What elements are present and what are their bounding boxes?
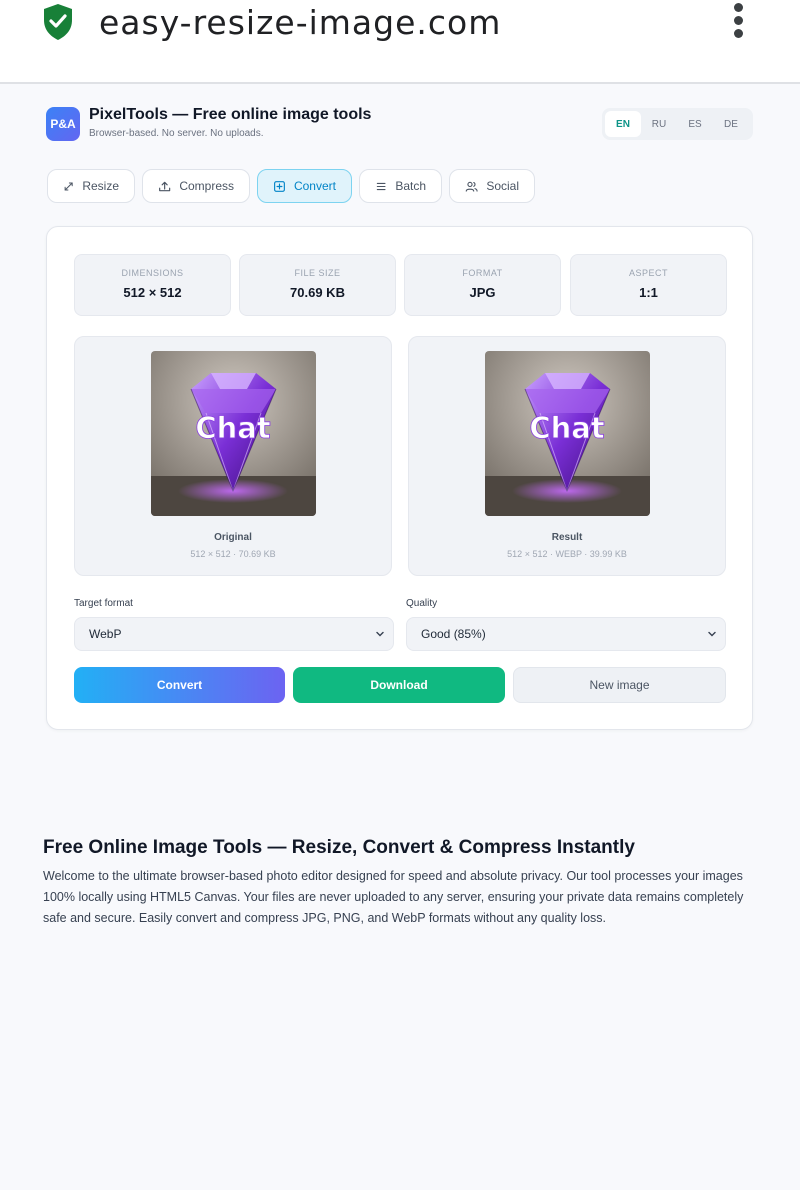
result-image: Chat [485, 351, 650, 516]
stat-value: 512 × 512 [123, 285, 182, 300]
converter-card: DIMENSIONS 512 × 512 FILE SIZE 70.69 KB … [46, 226, 753, 730]
stat-file-size: FILE SIZE 70.69 KB [239, 254, 396, 316]
stat-dimensions: DIMENSIONS 512 × 512 [74, 254, 231, 316]
stat-value: JPG [469, 285, 496, 300]
tab-label: Compress [179, 179, 234, 193]
stat-value: 1:1 [639, 285, 658, 300]
result-preview: Chat Result 512 × 512 · WEBP · 39.99 KB [408, 336, 726, 576]
resize-icon [64, 181, 73, 191]
preview-meta: 512 × 512 · WEBP · 39.99 KB [507, 549, 627, 559]
tab-label: Convert [293, 179, 336, 193]
image-caption: Chat [195, 411, 270, 445]
preview-label: Original [214, 532, 252, 543]
users-icon [465, 181, 478, 192]
stat-label: FORMAT [462, 268, 503, 278]
image-caption: Chat [529, 411, 604, 445]
stat-aspect: ASPECT 1:1 [570, 254, 727, 316]
download-button[interactable]: Download [293, 667, 505, 703]
original-preview: Chat Original 512 × 512 · 70.69 KB [74, 336, 392, 576]
url-text[interactable]: easy-resize-image.com [99, 3, 501, 42]
stat-label: DIMENSIONS [121, 268, 184, 278]
tab-social[interactable]: Social [449, 169, 535, 203]
convert-button[interactable]: Convert [74, 667, 285, 703]
stat-label: ASPECT [628, 268, 668, 278]
original-image: Chat [151, 351, 316, 516]
tab-resize[interactable]: Resize [47, 169, 135, 203]
seo-heading: Free Online Image Tools — Resize, Conver… [43, 837, 635, 858]
shield-check-icon [44, 4, 72, 40]
quality-select[interactable]: Good (85%) [406, 617, 726, 651]
lang-button-en[interactable]: EN [605, 111, 641, 137]
lang-button-de[interactable]: DE [713, 111, 749, 137]
seo-paragraph: Welcome to the ultimate browser-based ph… [43, 869, 744, 925]
quality-label: Quality [406, 598, 438, 609]
upload-icon [159, 181, 171, 191]
app-subtitle: Browser-based. No server. No uploads. [89, 128, 264, 139]
select-value: WebP [89, 627, 122, 641]
preview-label: Result [551, 532, 583, 543]
convert-icon [274, 180, 285, 192]
tool-tabs: Resize Compress Convert Batch Social [47, 169, 535, 203]
chevron-down-icon [376, 631, 384, 637]
language-switcher: EN RU ES DE [602, 108, 753, 140]
list-icon [376, 182, 386, 190]
stat-value: 70.69 KB [290, 285, 345, 300]
tab-label: Social [486, 179, 519, 193]
more-vert-icon[interactable] [728, 3, 748, 41]
app-logo: P&A [46, 107, 80, 141]
chevron-down-icon [708, 631, 716, 637]
stat-label: FILE SIZE [294, 268, 341, 278]
tab-label: Batch [395, 179, 426, 193]
target-format-label: Target format [74, 598, 133, 609]
lang-button-es[interactable]: ES [677, 111, 713, 137]
tab-label: Resize [82, 179, 119, 193]
new-image-button[interactable]: New image [513, 667, 726, 703]
preview-meta: 512 × 512 · 70.69 KB [190, 549, 276, 559]
select-value: Good (85%) [421, 627, 486, 641]
lang-button-ru[interactable]: RU [641, 111, 677, 137]
app-title: PixelTools — Free online image tools [89, 106, 372, 123]
tab-batch[interactable]: Batch [359, 169, 442, 203]
target-format-select[interactable]: WebP [74, 617, 394, 651]
browser-address-bar: easy-resize-image.com [0, 0, 800, 84]
tab-compress[interactable]: Compress [142, 169, 250, 203]
tab-convert[interactable]: Convert [257, 169, 352, 203]
stat-format: FORMAT JPG [404, 254, 561, 316]
